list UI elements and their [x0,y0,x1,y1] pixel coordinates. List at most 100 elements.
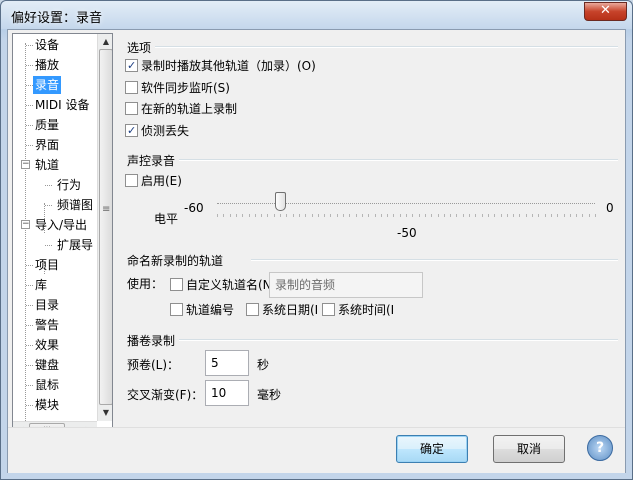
custom-track-name-field[interactable]: 录制的音频 [269,272,423,298]
record-new-track-option[interactable]: 在新的轨道上录制 [125,102,237,118]
slider-tick [582,214,583,217]
slider-tick [570,214,571,217]
slider-tick [501,214,502,217]
slider-tick [482,214,483,217]
slider-tick [375,214,376,217]
slider-tick [286,214,287,217]
tree-vertical-scrollbar[interactable]: ▲ ≡ ▼ [97,34,112,421]
tree-connector [26,385,33,386]
level-slider-thumb[interactable] [275,192,286,211]
cancel-button[interactable]: 取消 [493,435,565,463]
sidebar-item-effects[interactable]: 效果 [35,336,59,354]
system-time-checkbox[interactable] [322,303,335,316]
tree-guide-line [25,43,26,423]
preroll-input[interactable]: 5 [205,350,249,376]
sidebar-item-devices[interactable]: 设备 [35,36,59,54]
custom-track-name-option[interactable]: 自定义轨道名(N [170,278,272,294]
slider-tick [538,214,539,217]
sidebar-item-behaviors[interactable]: 行为 [57,176,81,194]
slider-tick [564,214,565,217]
voice-activated-section-title: 声控录音 [127,154,176,168]
sidebar-item-extended-import[interactable]: 扩展导 [57,236,93,254]
help-icon[interactable]: ? [587,435,613,461]
sidebar-item-keyboard[interactable]: 键盘 [35,356,59,374]
sidebar-item-tracks[interactable]: 轨道 [35,156,59,174]
playthrough-checkbox[interactable] [125,59,138,72]
slider-tick [337,214,338,217]
recording-settings-panel: 选项 录制时播放其他轨道（加录）(O) 软件同步监听(S) 在新的轨道上录制 侦… [117,33,622,426]
naming-section-title: 命名新录制的轨道 [127,254,224,268]
slider-tick [217,214,218,217]
system-date-checkbox[interactable] [246,303,259,316]
slider-tick [545,214,546,217]
level-label: 电平 [154,212,179,226]
sidebar-item-modules[interactable]: 模块 [35,396,59,414]
slider-tick [576,214,577,217]
slider-tick [438,214,439,217]
slider-tick [255,214,256,217]
sidebar-item-spectrograms[interactable]: 频谱图 [57,196,93,214]
slider-tick [488,214,489,217]
collapse-import-export-icon[interactable]: − [21,220,30,229]
sidebar-item-libraries[interactable]: 库 [35,276,47,294]
tree-connector [26,345,33,346]
section-separator [179,339,618,341]
preroll-section-title: 播卷录制 [127,334,176,348]
track-number-label: 轨道编号 [186,303,235,317]
ok-button[interactable]: 确定 [396,435,468,463]
scroll-grip-icon: ≡ [102,204,111,215]
track-number-option[interactable]: 轨道编号 [170,303,234,319]
track-number-checkbox[interactable] [170,303,183,316]
sidebar-item-warnings[interactable]: 警告 [35,316,59,334]
slider-tick [507,214,508,217]
software-monitor-option[interactable]: 软件同步监听(S) [125,81,230,97]
slider-tick [551,214,552,217]
tree-connector [26,125,33,126]
crossfade-input[interactable]: 10 [205,380,249,406]
sidebar-item-mouse[interactable]: 鼠标 [35,376,59,394]
slider-tick [463,214,464,217]
record-new-track-label: 在新的轨道上录制 [141,102,238,116]
level-max-label: 0 [606,201,614,215]
slider-tick [280,214,281,217]
tree-connector [26,405,33,406]
detect-dropouts-checkbox[interactable] [125,124,138,137]
software-monitor-checkbox[interactable] [125,81,138,94]
tree-connector [26,45,33,46]
record-new-track-checkbox[interactable] [125,102,138,115]
custom-track-name-checkbox[interactable] [170,278,183,291]
slider-tick [299,214,300,217]
close-button[interactable]: ✕ [584,2,627,21]
sidebar-item-midi-devices[interactable]: MIDI 设备 [35,96,90,114]
sidebar-item-projects[interactable]: 项目 [35,256,59,274]
voice-activated-enable-option[interactable]: 启用(E) [125,174,182,190]
system-date-option[interactable]: 系统日期(I [246,303,318,319]
sidebar-item-interface[interactable]: 界面 [35,136,59,154]
detect-dropouts-option[interactable]: 侦测丢失 [125,124,189,140]
crossfade-unit-label: 毫秒 [257,388,282,402]
sidebar-item-import-export[interactable]: 导入/导出 [35,216,87,234]
playthrough-option[interactable]: 录制时播放其他轨道（加录）(O) [125,59,316,75]
scroll-down-icon[interactable]: ▼ [98,405,112,420]
level-slider-track[interactable] [217,203,595,204]
title-bar[interactable]: 偏好设置：录音 ✕ [1,1,632,29]
scroll-up-icon[interactable]: ▲ [98,34,112,49]
slider-tick [223,214,224,217]
section-separator [179,159,618,161]
voice-activated-enable-checkbox[interactable] [125,174,138,187]
system-time-option[interactable]: 系统时间(I [322,303,394,319]
slider-tick [444,214,445,217]
sidebar-item-playback[interactable]: 播放 [35,56,59,74]
sidebar-item-quality[interactable]: 质量 [35,116,59,134]
slider-tick [261,214,262,217]
slider-tick [519,214,520,217]
sidebar-item-directories[interactable]: 目录 [35,296,59,314]
slider-tick [330,214,331,217]
slider-tick [406,214,407,217]
voice-activated-enable-label: 启用(E) [141,174,182,188]
tree-vertical-scroll-thumb[interactable]: ≡ [99,49,112,405]
sidebar-item-recording[interactable]: 录音 [33,76,62,94]
collapse-tracks-icon[interactable]: − [21,160,30,169]
slider-tick [532,214,533,217]
slider-tick [393,214,394,217]
